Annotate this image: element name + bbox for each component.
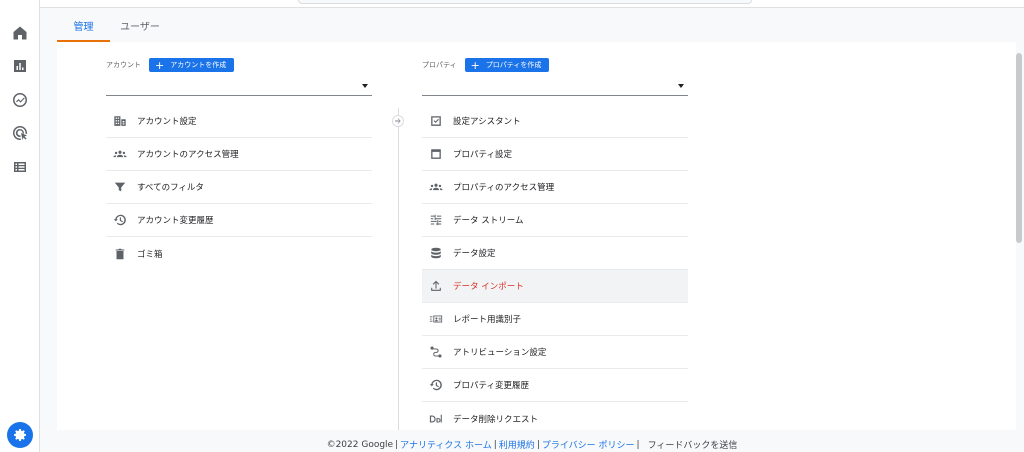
account-access-item[interactable]: アカウントのアクセス管理 (106, 138, 372, 171)
history-icon (428, 377, 444, 393)
property-history-item[interactable]: プロパティ変更履歴 (422, 369, 688, 402)
admin-tabs: 管理 ユーザー (40, 8, 1024, 42)
attribution-settings-label: アトリビューション設定 (453, 348, 547, 358)
privacy-policy-link[interactable]: プライバシー ポリシー (542, 438, 635, 451)
setup-assistant-label: 設定アシスタント (453, 117, 521, 127)
database-icon (428, 245, 444, 261)
home-icon[interactable] (12, 25, 28, 41)
create-account-button[interactable]: + アカウントを作成 (149, 58, 235, 72)
data-settings-label: データ設定 (453, 249, 496, 259)
account-settings-list: アカウント設定 アカウントのアクセス管理 すべてのフィルタ アカウント変更履歴 … (106, 105, 372, 270)
scrollbar[interactable] (1016, 53, 1022, 243)
history-icon (112, 212, 128, 228)
attribution-icon (428, 344, 444, 360)
trash-label: ゴミ箱 (137, 249, 163, 260)
plus-icon: + (470, 58, 480, 72)
property-title: プロパティ (422, 61, 457, 69)
data-import-label: データ インポート (453, 282, 524, 292)
property-access-item[interactable]: プロパティのアクセス管理 (422, 171, 688, 204)
property-selector[interactable] (422, 76, 688, 96)
property-settings-list: 設定アシスタント プロパティ設定 プロパティのアクセス管理 データ ストリーム … (422, 105, 688, 435)
property-access-label: プロパティのアクセス管理 (453, 183, 555, 193)
data-streams-label: データ ストリーム (453, 216, 524, 226)
data-deletion-item[interactable]: データ削除リクエスト (422, 402, 688, 435)
tab-admin-label: 管理 (73, 21, 94, 33)
create-account-label: アカウントを作成 (170, 61, 227, 69)
advertising-icon[interactable] (12, 125, 28, 141)
stream-icon (428, 212, 444, 228)
attribution-settings-item[interactable]: アトリビューション設定 (422, 336, 688, 369)
window-icon (428, 146, 444, 162)
data-settings-item[interactable]: データ設定 (422, 237, 688, 270)
separator: | (536, 439, 540, 450)
property-history-label: プロパティ変更履歴 (453, 381, 529, 391)
account-settings-label: アカウント設定 (137, 117, 197, 127)
trash-icon (112, 246, 128, 262)
reports-icon[interactable] (12, 58, 28, 74)
setup-assistant-item[interactable]: 設定アシスタント (422, 105, 688, 138)
account-selector[interactable] (106, 76, 372, 96)
reporting-identity-item[interactable]: レポート用識別子 (422, 303, 688, 336)
footer: ©2022 Google | アナリティクス ホーム | 利用規約 | プライバ… (40, 437, 1024, 452)
checkbox-icon (428, 113, 444, 129)
account-column-header: アカウント + アカウントを作成 (106, 58, 235, 72)
property-settings-item[interactable]: プロパティ設定 (422, 138, 688, 171)
top-strip (40, 0, 1024, 8)
arrow-right-icon (392, 115, 404, 127)
create-property-button[interactable]: + プロパティを作成 (464, 58, 550, 72)
identity-icon (428, 311, 444, 327)
feedback-link[interactable]: フィードバックを送信 (648, 438, 738, 451)
property-column-header: プロパティ + プロパティを作成 (422, 58, 550, 72)
account-history-item[interactable]: アカウント変更履歴 (106, 204, 372, 237)
reporting-identity-label: レポート用識別子 (453, 315, 522, 325)
all-filters-item[interactable]: すべてのフィルタ (106, 171, 372, 204)
create-property-label: プロパティを作成 (485, 61, 542, 69)
left-nav (0, 0, 40, 452)
people-icon (428, 179, 444, 195)
trash-item[interactable]: ゴミ箱 (106, 237, 372, 270)
data-streams-item[interactable]: データ ストリーム (422, 204, 688, 237)
plus-icon: + (155, 58, 165, 72)
building-icon (112, 113, 128, 129)
explore-icon[interactable] (12, 92, 28, 108)
chevron-down-icon (678, 84, 684, 88)
copyright: ©2022 Google (326, 439, 394, 450)
separator: | (395, 439, 399, 450)
account-title: アカウント (106, 61, 141, 69)
separator: | (636, 439, 640, 450)
people-icon (112, 146, 128, 162)
search-bar-edge[interactable] (298, 0, 752, 4)
analytics-home-link[interactable]: アナリティクス ホーム (400, 438, 492, 451)
chevron-down-icon (362, 84, 368, 88)
admin-gear-button[interactable] (7, 422, 33, 448)
property-settings-label: プロパティ設定 (453, 150, 512, 160)
gear-icon (14, 429, 26, 441)
account-settings-item[interactable]: アカウント設定 (106, 105, 372, 138)
list-icon[interactable] (12, 159, 28, 175)
tab-admin[interactable]: 管理 (57, 8, 110, 42)
account-history-label: アカウント変更履歴 (137, 216, 214, 226)
separator: | (493, 439, 497, 450)
column-divider (398, 108, 399, 430)
terms-link[interactable]: 利用規約 (499, 438, 535, 451)
all-filters-label: すべてのフィルタ (137, 183, 204, 193)
data-deletion-label: データ削除リクエスト (453, 414, 539, 425)
data-import-item[interactable]: データ インポート (422, 270, 688, 303)
dd-icon (428, 411, 444, 427)
tab-users[interactable]: ユーザー (110, 8, 170, 42)
tab-users-label: ユーザー (120, 21, 160, 33)
filter-icon (112, 179, 128, 195)
account-access-label: アカウントのアクセス管理 (137, 150, 239, 160)
upload-icon (428, 278, 444, 294)
